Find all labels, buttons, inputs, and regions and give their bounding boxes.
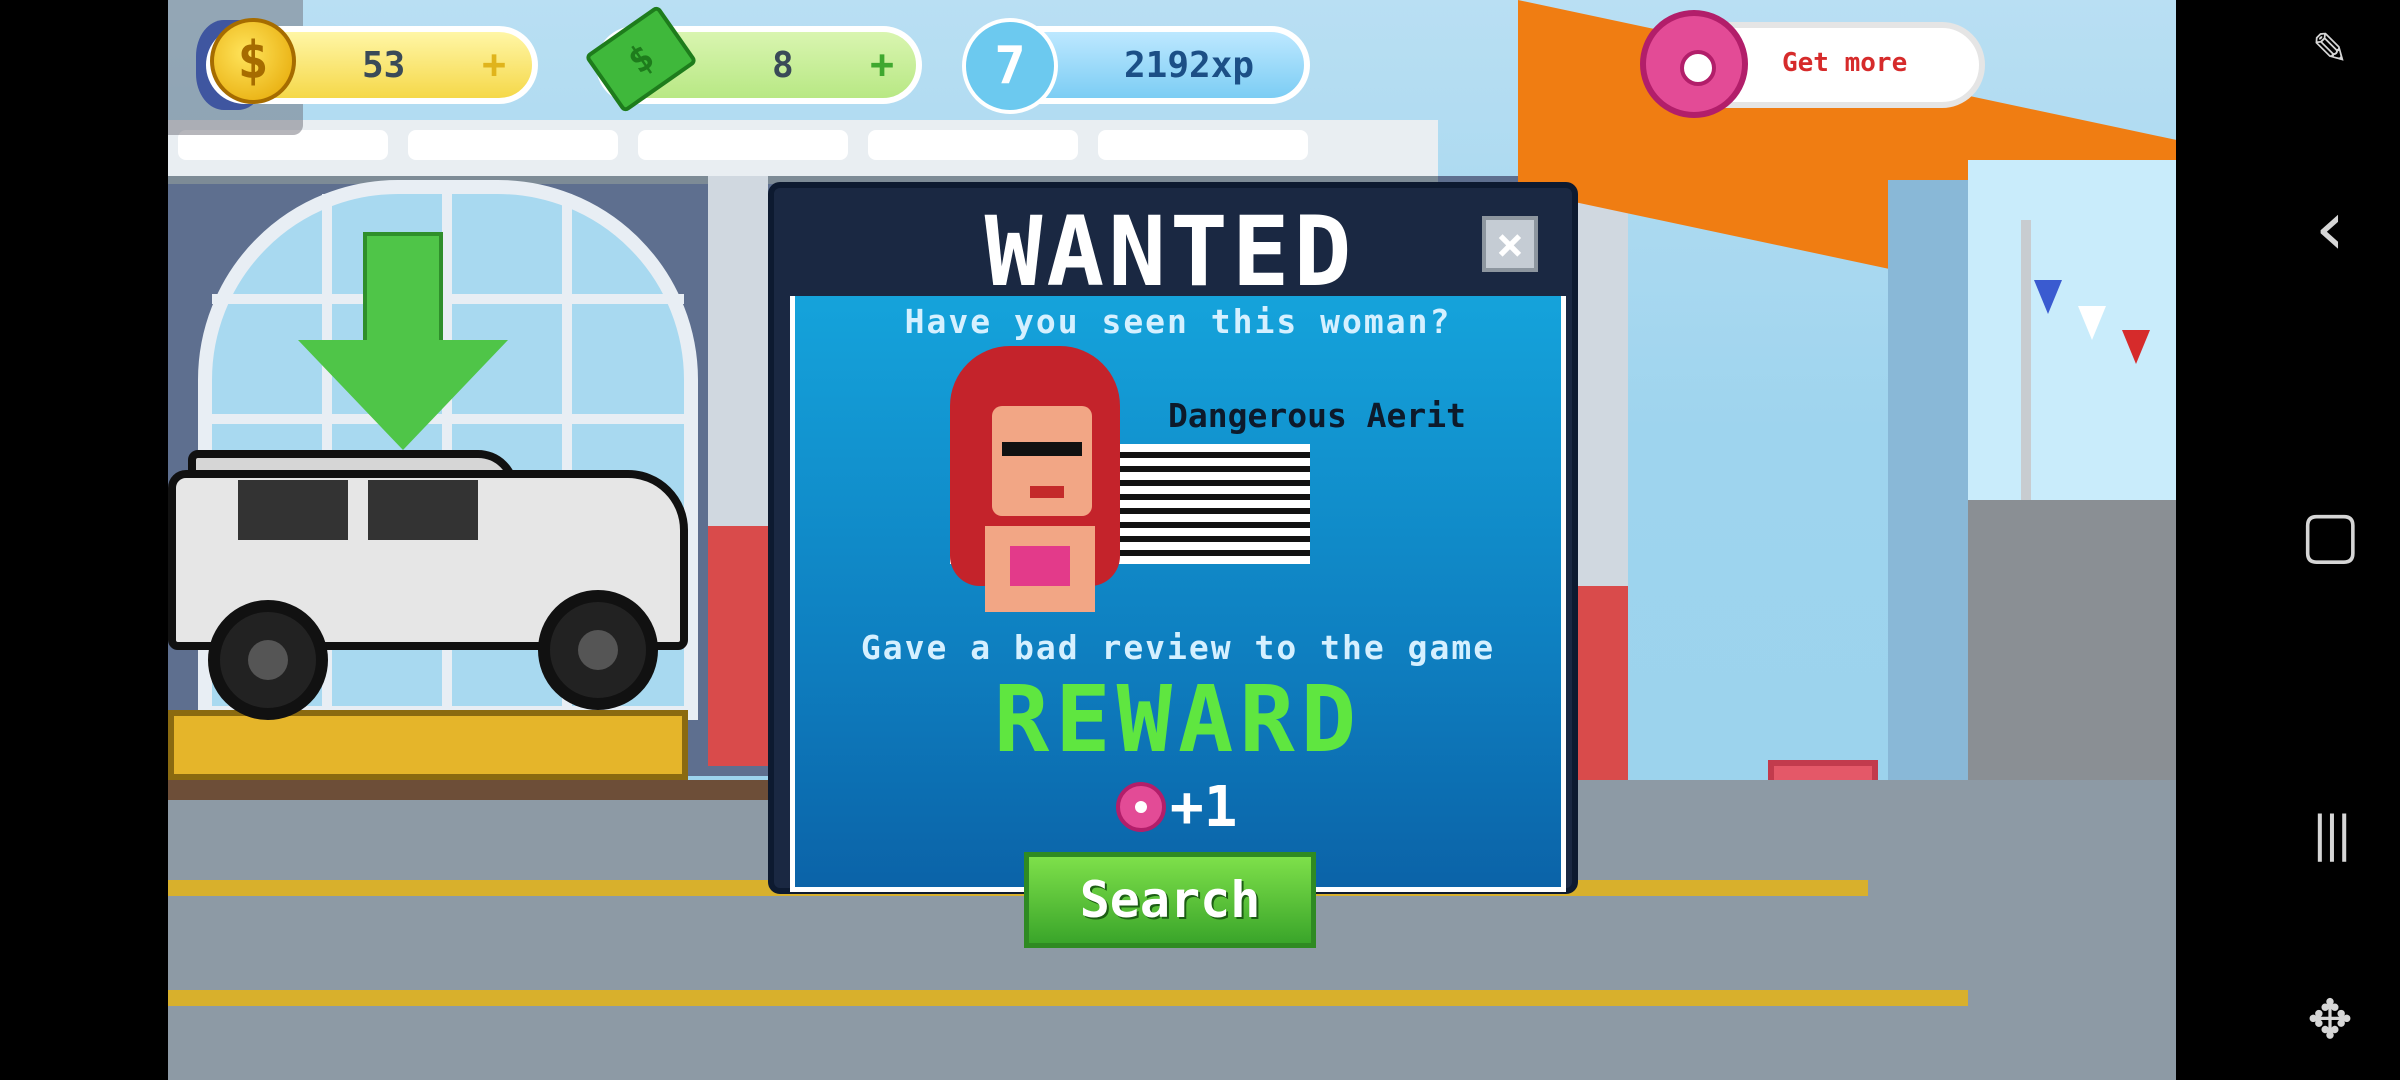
car-window xyxy=(238,480,348,540)
search-button[interactable]: Search xyxy=(1024,852,1316,948)
ceiling-light xyxy=(1098,130,1308,160)
back-icon[interactable]: ‹ xyxy=(2300,190,2360,266)
car-wheel xyxy=(538,590,658,710)
portrait-sunglasses xyxy=(1002,442,1082,456)
home-icon[interactable]: ▢ xyxy=(2300,498,2360,572)
reward-title: REWARD xyxy=(993,666,1363,773)
donut-icon xyxy=(1640,10,1748,118)
car-window xyxy=(368,480,478,540)
suspect-name: Dangerous Aerit xyxy=(1168,396,1467,435)
level-value: 7 xyxy=(994,36,1026,96)
bunting-flag xyxy=(2034,280,2062,314)
recents-icon[interactable]: ||| xyxy=(2300,806,2360,862)
car-wheel xyxy=(208,600,328,720)
screen-edit-icon[interactable]: ✎ xyxy=(2300,24,2360,75)
system-nav-bar xyxy=(2176,0,2400,1080)
cash-value: 8 xyxy=(772,44,794,86)
window-frame xyxy=(212,294,684,304)
reward-amount: +1 xyxy=(1170,774,1238,840)
bunting-flag xyxy=(2078,306,2106,340)
portrait-top xyxy=(1010,546,1070,586)
garage-ceiling xyxy=(168,120,1438,184)
suspect-portrait xyxy=(950,346,1130,612)
get-more-label[interactable]: Get more xyxy=(1782,48,1907,78)
add-coins-icon[interactable]: + xyxy=(482,42,506,88)
flagpole xyxy=(2021,220,2031,520)
level-star-icon: 7 xyxy=(962,18,1058,114)
car-lift-platform[interactable] xyxy=(168,710,688,780)
portrait-mouth xyxy=(1030,486,1064,498)
reward-amount-row: +1 xyxy=(1116,774,1238,840)
close-button[interactable]: × xyxy=(1482,216,1538,272)
ceiling-light xyxy=(408,130,618,160)
wanted-question: Have you seen this woman? xyxy=(904,302,1452,341)
xp-value: 2192xp xyxy=(1124,44,1255,86)
coins-value: 53 xyxy=(362,44,406,86)
portrait-face xyxy=(992,406,1092,516)
game-tools-icon[interactable]: ✥ xyxy=(2300,988,2360,1051)
ceiling-light xyxy=(638,130,848,160)
garage-pillar-base xyxy=(708,526,768,766)
garage-pillar xyxy=(708,176,768,526)
crime-description: Gave a bad review to the game xyxy=(860,628,1496,667)
bunting-flag xyxy=(2122,330,2150,364)
coin-icon: $ xyxy=(210,18,296,104)
donut-icon xyxy=(1116,782,1166,832)
lift-base xyxy=(168,780,768,800)
ceiling-light xyxy=(868,130,1078,160)
dialog-title: WANTED xyxy=(984,196,1356,308)
add-cash-icon[interactable]: + xyxy=(870,42,894,88)
down-arrow-icon xyxy=(298,340,508,450)
floor-marking xyxy=(168,990,1968,1006)
